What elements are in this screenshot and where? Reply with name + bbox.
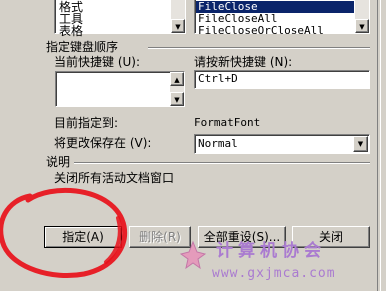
star-logo-icon	[179, 240, 207, 270]
watermark-url: www.gxjmca.com	[212, 266, 336, 281]
watermark-logo	[179, 240, 207, 270]
watermark-title: 计算机协会	[216, 241, 326, 261]
